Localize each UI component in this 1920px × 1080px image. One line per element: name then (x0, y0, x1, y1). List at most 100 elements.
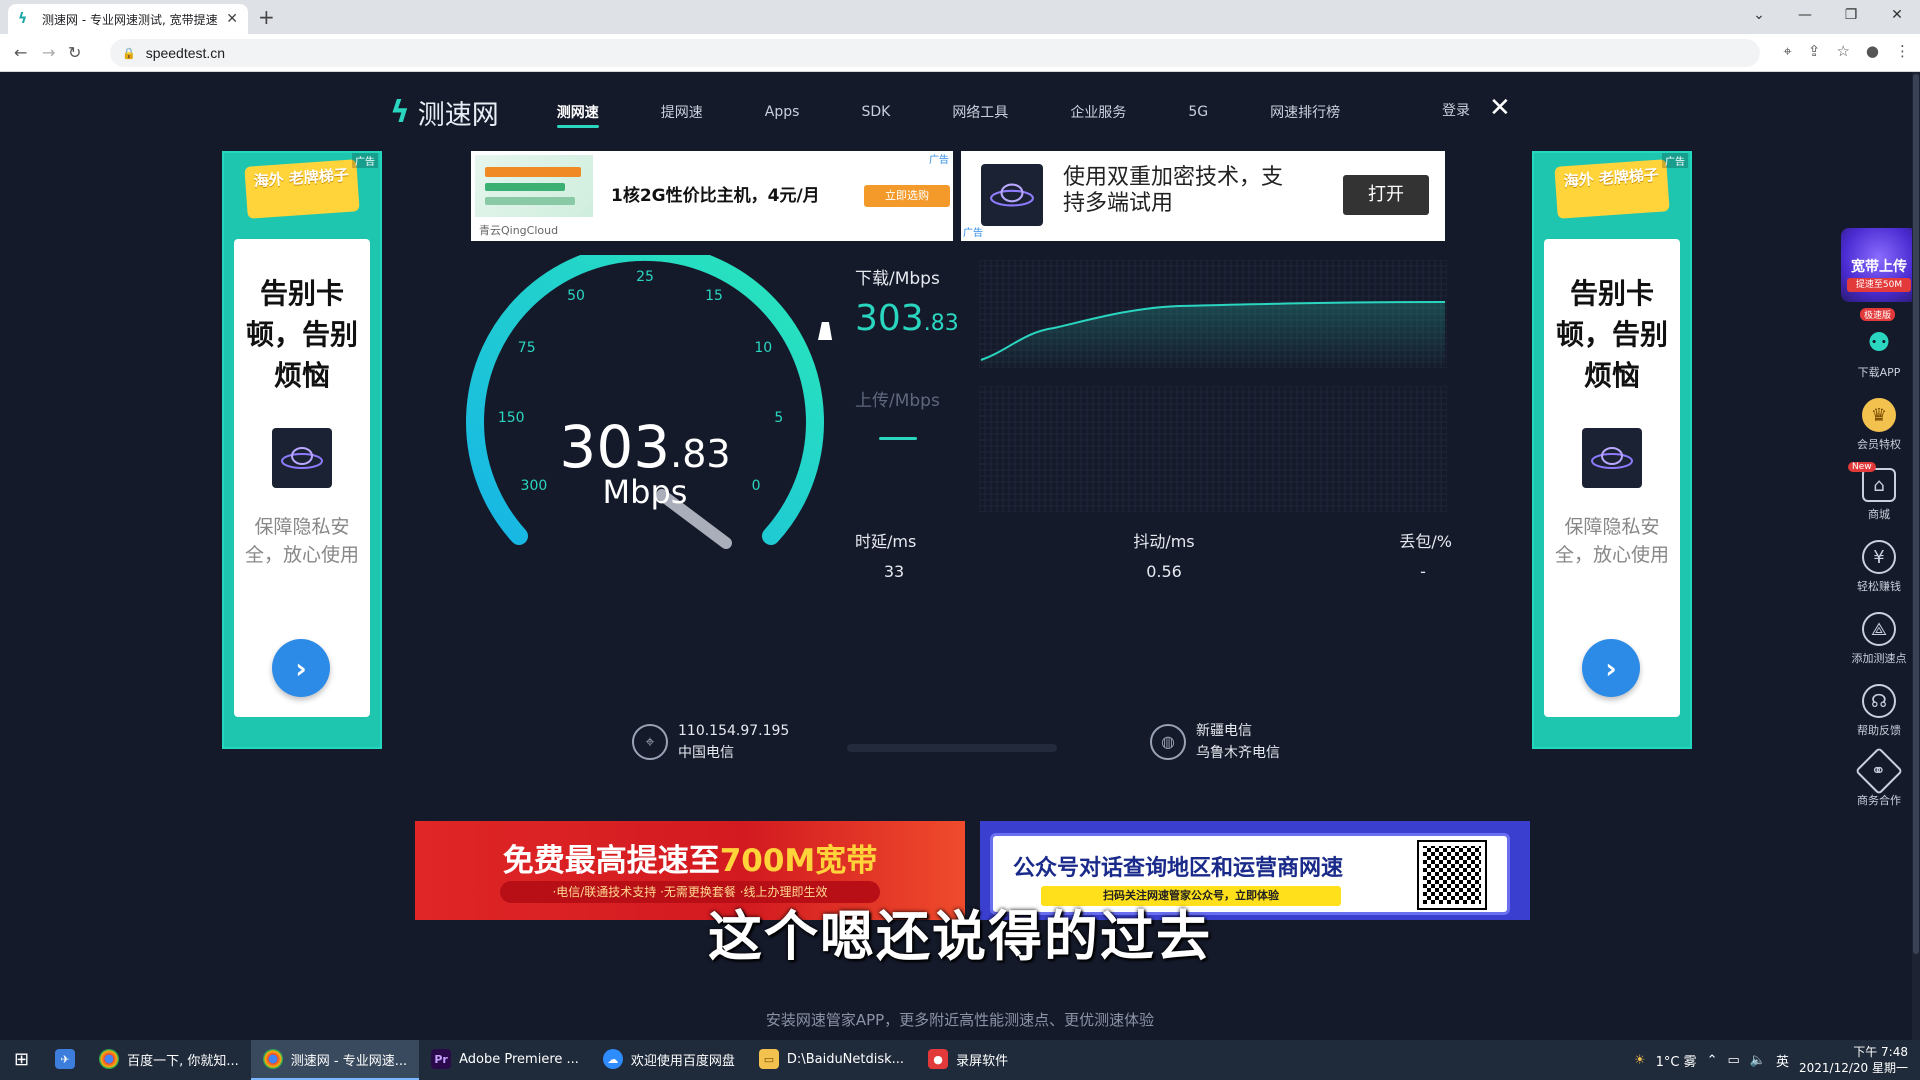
tab-title: 测速网 - 专业网速测试, 宽带提速 (42, 12, 218, 27)
toolbar-help[interactable]: ☊ 帮助反馈 (1840, 684, 1918, 738)
ad-arrow-button[interactable]: › (1582, 639, 1640, 697)
taskbar-item-recorder[interactable]: ● 录屏软件 (916, 1040, 1020, 1080)
jitter-value: 0.56 (1146, 562, 1182, 581)
toolbar-earn[interactable]: ¥ 轻松赚钱 (1840, 540, 1918, 594)
upload-boost-promo[interactable]: 宽带上传 提速至50M (1841, 228, 1917, 302)
nav-item-sdk[interactable]: SDK (861, 104, 890, 120)
upload-placeholder-dash (879, 437, 917, 440)
footer-tip[interactable]: 安装网速管家APP，更多附近高性能测速点、更优测速体验 (0, 1009, 1920, 1030)
nav-item-network-tools[interactable]: 网络工具 (952, 102, 1008, 122)
packet-loss-value: - (1420, 562, 1426, 581)
browser-tab[interactable]: ϟ 测速网 - 专业网速测试, 宽带提速 ✕ (8, 4, 248, 34)
feather-icon: ✈ (55, 1049, 76, 1069)
taskbar-app-feather[interactable]: ✈ (43, 1040, 87, 1080)
test-progress-bar (847, 744, 1057, 752)
ad-card: 告别卡顿，告别烦恼 保障隐私安全，放心使用 › (1544, 239, 1680, 717)
ad-description: 保障隐私安全，放心使用 (1554, 516, 1669, 566)
ad-tag: 广告 (352, 153, 378, 168)
minimize-icon[interactable]: — (1782, 0, 1828, 30)
speedtest-page: ϟ 测速网 测网速 提网速 Apps SDK 网络工具 企业服务 5G 网速排行… (0, 72, 1920, 1040)
ad-title: 公众号对话查询地区和运营商网速 (1013, 856, 1344, 881)
forward-icon[interactable]: → (42, 43, 55, 62)
weather-icon[interactable]: ☀ (1634, 1053, 1646, 1068)
taskbar-item-baidu[interactable]: 百度一下, 你就知... (87, 1040, 251, 1080)
tab-close-icon[interactable]: ✕ (226, 11, 238, 27)
bookmark-star-icon[interactable]: ☆ (1836, 42, 1849, 60)
restore-icon[interactable]: ❐ (1828, 0, 1874, 30)
chrome-icon (99, 1049, 120, 1069)
menu-dots-icon[interactable]: ⋮ (1895, 42, 1910, 60)
fast-version-badge: 极速版 (1860, 308, 1896, 321)
reload-icon[interactable]: ↻ (68, 43, 81, 62)
scrollbar-thumb[interactable] (1913, 74, 1919, 954)
baidu-netdisk-icon: ☁ (602, 1049, 623, 1069)
gauge-unit: Mbps (602, 473, 688, 511)
network-icon[interactable]: ▭ (1728, 1053, 1740, 1068)
toolbar-business[interactable]: ⚭ 商务合作 (1840, 746, 1918, 808)
latency-label: 时延/ms (855, 532, 917, 551)
logo-text: 测速网 (417, 99, 499, 131)
address-bar-actions: ⌖ ⇪ ☆ ● ⋮ (1783, 42, 1910, 60)
login-link[interactable]: 登录 (1442, 100, 1470, 120)
taskbar-item-folder[interactable]: ▭ D:\BaiduNetdisk... (747, 1040, 916, 1080)
share-icon[interactable]: ⇪ (1808, 42, 1821, 60)
ad-ribbon: 海外 老牌梯子 (244, 159, 360, 219)
top-ad-vpn[interactable]: 使用双重加密技术，支持多端试用 打开 广告 (961, 151, 1445, 241)
ime-indicator[interactable]: 英 (1776, 1051, 1789, 1070)
start-button[interactable]: ⊞ (0, 1040, 43, 1080)
profile-icon[interactable]: ● (1866, 42, 1879, 60)
download-label: 下载/Mbps (855, 269, 940, 289)
mouse-cursor-icon (818, 322, 836, 340)
left-side-ad[interactable]: 海外 老牌梯子 广告 告别卡顿，告别烦恼 保障隐私安全，放心使用 › (222, 151, 382, 749)
ad-brand: 青云QingCloud (479, 224, 559, 237)
premiere-icon: Pr (431, 1049, 452, 1069)
toolbar-add-node[interactable]: ⟁ 添加测速点 (1840, 612, 1918, 666)
nav-item-enterprise[interactable]: 企业服务 (1070, 102, 1126, 122)
taskbar-item-netdisk[interactable]: ☁ 欢迎使用百度网盘 (591, 1040, 747, 1080)
site-logo[interactable]: ϟ 测速网 (390, 93, 499, 132)
ad-arrow-button[interactable]: › (272, 639, 330, 697)
taskbar-item-speedtest[interactable]: 测速网 - 专业网速... (250, 1040, 420, 1080)
back-icon[interactable]: ← (14, 43, 27, 62)
toolbar-store[interactable]: New ⌂ 商城 (1840, 462, 1918, 522)
weather-text[interactable]: 1°C 雾 (1656, 1051, 1697, 1070)
jitter-label: 抖动/ms (1133, 532, 1195, 551)
close-window-icon[interactable]: ✕ (1874, 0, 1920, 30)
close-icon[interactable]: ✕ (1489, 93, 1511, 123)
tab-search-icon[interactable]: ⌄ (1736, 0, 1782, 30)
nav-item-speedtest[interactable]: 测网速 (556, 102, 599, 128)
page-scrollbar[interactable] (1912, 72, 1920, 1040)
nav-item-apps[interactable]: Apps (765, 104, 800, 120)
ad-open-button[interactable]: 打开 (1343, 175, 1429, 215)
right-side-ad[interactable]: 海外 老牌梯子 广告 告别卡顿，告别烦恼 保障隐私安全，放心使用 › (1532, 151, 1692, 749)
top-ad-qingcloud[interactable]: 1核2G性价比主机，4元/月 立即选购 青云QingCloud 广告 (471, 151, 953, 241)
url-input[interactable]: 🔒 speedtest.cn (110, 39, 1760, 67)
crown-icon: ♛ (1862, 398, 1896, 432)
new-tab-icon[interactable]: + (258, 5, 275, 29)
ad-banner-image (475, 155, 593, 217)
nav-item-boost[interactable]: 提网速 (661, 102, 703, 122)
window-controls: ⌄ — ❐ ✕ (1736, 0, 1920, 30)
client-info: ⌖ 110.154.97.195 中国电信 (632, 720, 789, 764)
server-info[interactable]: ◍ 新疆电信 乌鲁木齐电信 (1150, 720, 1280, 764)
ad-tag: 广告 (1662, 153, 1688, 168)
toolbar-vip[interactable]: ♛ 会员特权 (1840, 398, 1918, 452)
gauge-tick-label: 50 (567, 288, 585, 304)
taskbar-item-premiere[interactable]: Pr Adobe Premiere ... (419, 1040, 591, 1080)
system-clock[interactable]: 下午 7:48 2021/12/20 星期一 (1799, 1044, 1908, 1076)
promo-title: 宽带上传 (1851, 259, 1907, 275)
ad-tag: 广告 (929, 155, 949, 166)
tray-expand-icon[interactable]: ⌃ (1707, 1053, 1718, 1068)
volume-icon[interactable]: 🔈 (1750, 1053, 1766, 1068)
toolbar-download-app[interactable]: ⚉ 下载APP (1840, 326, 1918, 380)
ad-headline: 告别卡顿，告别烦恼 (1555, 277, 1668, 392)
nav-item-5g[interactable]: 5G (1188, 104, 1208, 120)
gauge-tick-label: 25 (636, 269, 654, 285)
recorder-icon: ● (928, 1049, 949, 1069)
upload-label: 上传/Mbps (855, 391, 940, 411)
ad-buy-button[interactable]: 立即选购 (864, 185, 950, 207)
nav-item-ranking[interactable]: 网速排行榜 (1270, 102, 1340, 122)
location-icon[interactable]: ⌖ (1783, 42, 1791, 60)
speedtest-favicon-icon: ϟ (18, 11, 28, 27)
ufo-logo-icon (981, 164, 1043, 226)
